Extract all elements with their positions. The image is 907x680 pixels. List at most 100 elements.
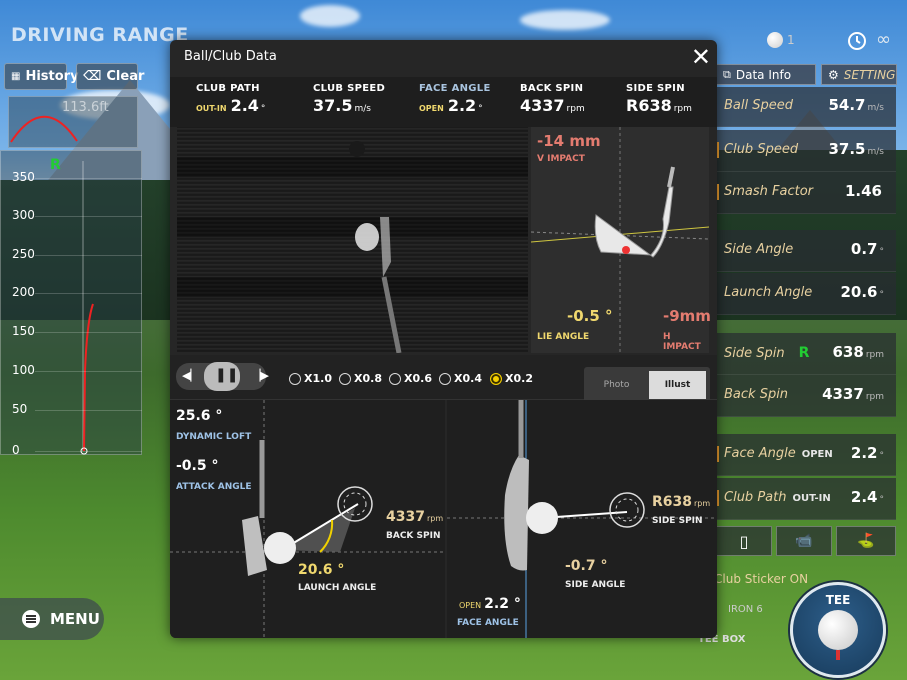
launch-angle-label: LAUNCH ANGLE (298, 583, 377, 593)
row-value: 54.7 m/s (828, 96, 884, 114)
gear-icon: ⚙ (828, 67, 839, 82)
rewind-icon[interactable]: ◀▏ (182, 369, 199, 382)
history-button[interactable]: ▦ History (4, 63, 79, 90)
speed-option-x06[interactable]: X0.6 (389, 372, 432, 385)
chart-gridline (35, 371, 142, 372)
metric-value: R638 rpm (626, 96, 692, 115)
tee-button[interactable]: TEE (790, 582, 886, 678)
metric-back-spin: BACK SPIN 4337 rpm (520, 83, 585, 115)
launch-angle-value: 20.6 ° (298, 562, 345, 578)
metric-club-speed: CLUB SPEED 37.5 m/s (313, 83, 385, 115)
top-view-panel: R638 rpm SIDE SPIN -0.7 ° SIDE ANGLE OPEN… (447, 400, 717, 638)
playback-controls: ◀▏ ❚❚ ▕▶ X1.0 X0.8 X0.6 X0.4 X0.2 Photo Illu… (170, 355, 717, 403)
clear-button[interactable]: ⌫ Clear (76, 63, 144, 90)
chart-gridline (35, 451, 142, 452)
speed-option-x04[interactable]: X0.4 (439, 372, 482, 385)
metric-value: OPEN 2.2 ° (419, 96, 483, 115)
chart-tick-label: 50 (12, 402, 28, 416)
data-row-smash-factor[interactable]: Smash Factor 1.46 (716, 172, 896, 214)
camera-view-button[interactable]: ▯ (716, 526, 772, 556)
top-sidespin-value: R638 rpm (652, 494, 711, 510)
infinity-icon[interactable]: ∞ (876, 29, 891, 50)
menu-icon (22, 610, 40, 628)
illust-view-button[interactable]: Illust (649, 371, 706, 399)
v-impact-label: V IMPACT (537, 154, 585, 164)
h-impact-label: H IMPACT (663, 332, 701, 352)
close-icon[interactable]: ✕ (691, 45, 711, 69)
app-title: DRIVING RANGE (11, 24, 189, 46)
phone-icon: ▯ (739, 531, 749, 551)
tee-label: TEE (825, 593, 851, 607)
ball-count-value: 1 (787, 33, 795, 47)
chart-gridline (35, 293, 142, 294)
pause-icon[interactable]: ❚❚ (215, 367, 238, 383)
swing-video[interactable] (177, 127, 528, 353)
data-row-ball-speed[interactable]: Ball Speed 54.7 m/s (716, 87, 896, 127)
club-icon: ⛳ (857, 533, 875, 549)
data-row-side-spin[interactable]: Side Spin R 638 rpm (716, 333, 896, 375)
row-label: Face Angle OPEN (724, 446, 833, 461)
club-view-button[interactable]: ⛳ (836, 526, 896, 556)
metric-value: 37.5 m/s (313, 96, 371, 115)
metric-label: BACK SPIN (520, 83, 584, 94)
speed-label: X1.0 (304, 372, 332, 385)
club-name: IRON 6 (728, 604, 763, 615)
chart-direction-indicator: R (50, 157, 61, 173)
chart-tick-label: 250 (12, 247, 35, 261)
row-value: 4337 rpm (822, 385, 884, 403)
history-label: History (25, 69, 79, 84)
row-value: 37.5 m/s (828, 140, 884, 158)
chart-gridline (35, 410, 142, 411)
cloud (300, 5, 360, 27)
data-info-tab[interactable]: ⧉ Data Info (716, 64, 816, 85)
lie-angle-label: LIE ANGLE (537, 332, 590, 342)
data-row-face-angle[interactable]: Face Angle OPEN 2.2 ° (716, 434, 896, 476)
side-backspin-value: 4337 rpm (386, 509, 444, 525)
radio-icon (339, 372, 351, 385)
chart-tick-label: 0 (12, 443, 20, 457)
face-angle-value: OPEN 2.2 ° (459, 596, 521, 612)
data-row-launch-angle[interactable]: Launch Angle 20.6 ° (716, 273, 896, 315)
clock-history-icon[interactable] (846, 30, 868, 56)
attack-angle-label: ATTACK ANGLE (176, 482, 252, 492)
setting-tab[interactable]: ⚙ SETTING (821, 64, 897, 85)
metric-face-angle: FACE ANGLE OPEN 2.2 ° (419, 83, 491, 115)
data-row-club-path[interactable]: Club Path OUT-IN 2.4 ° (716, 478, 896, 520)
speed-option-x02[interactable]: X0.2 (490, 372, 533, 385)
club-sticker-toggle[interactable]: Club Sticker ON (714, 572, 808, 586)
speed-option-x08[interactable]: X0.8 (339, 372, 382, 385)
metric-label: SIDE SPIN (626, 83, 685, 94)
side-angle-value: -0.7 ° (565, 558, 608, 574)
chart-tick-label: 100 (12, 363, 35, 377)
chart-tick-label: 350 (12, 170, 35, 184)
forward-icon[interactable]: ▕▶ (252, 369, 269, 382)
speed-option-x10[interactable]: X1.0 (289, 372, 332, 385)
photo-view-button[interactable]: Photo (588, 371, 645, 399)
data-row-side-angle[interactable]: Side Angle 0.7 ° (716, 230, 896, 272)
data-row-back-spin[interactable]: Back Spin 4337 rpm (716, 375, 896, 417)
row-label: Side Angle (724, 242, 794, 257)
golf-ball-icon (767, 32, 783, 48)
data-row-club-speed[interactable]: Club Speed 37.5 m/s (716, 130, 896, 172)
row-value: 0.7 ° (850, 240, 884, 258)
row-value: 2.2 ° (850, 444, 884, 462)
chart-gridline (35, 216, 142, 217)
speed-label: X0.2 (505, 372, 533, 385)
dynamic-loft-label: DYNAMIC LOFT (176, 432, 252, 442)
row-label: Smash Factor (724, 184, 814, 199)
chart-tick-label: 200 (12, 285, 35, 299)
radio-icon (439, 372, 451, 385)
row-label: Club Speed (724, 142, 799, 157)
mini-distance: 113.6ft (62, 100, 109, 115)
menu-button[interactable]: MENU (0, 598, 104, 640)
side-angle-label: SIDE ANGLE (565, 580, 626, 590)
eraser-icon: ⌫ (83, 69, 102, 84)
speed-label: X0.4 (454, 372, 482, 385)
calendar-icon: ▦ (11, 71, 21, 82)
data-info-label: Data Info (735, 67, 792, 82)
attack-angle-value: -0.5 ° (176, 458, 219, 474)
row-label: Ball Speed (724, 98, 793, 113)
metric-label: CLUB SPEED (313, 83, 386, 94)
lie-angle-value: -0.5 ° (567, 307, 613, 325)
swing-video-button[interactable]: 📹 (776, 526, 832, 556)
